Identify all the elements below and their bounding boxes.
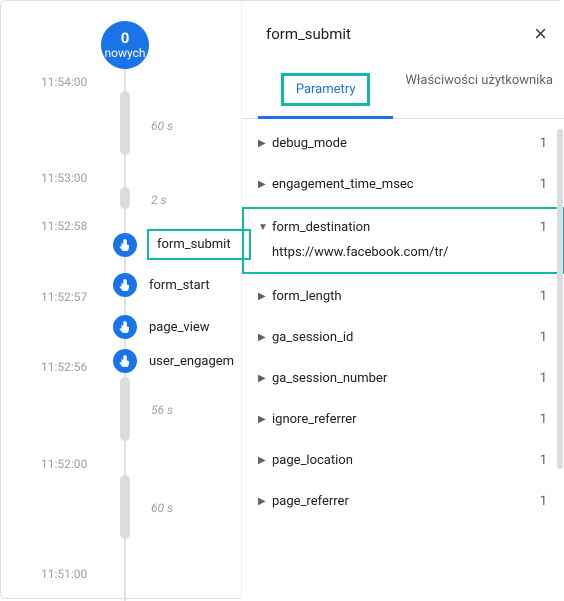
- event-form-start[interactable]: form_start: [113, 273, 210, 297]
- event-label: user_engagem: [149, 354, 234, 369]
- tab-parameters[interactable]: Parametry: [250, 63, 401, 118]
- timeline-panel: 0 nowych 11:54:00 11:53:00 11:52:58 11:5…: [1, 1, 241, 600]
- gap-label: 60 s: [151, 119, 173, 133]
- param-count: 1: [534, 371, 547, 386]
- timestamp: 11:52:00: [41, 457, 87, 471]
- timestamp: 11:52:56: [41, 360, 87, 374]
- param-row[interactable]: ▶ ga_session_id 1: [242, 317, 564, 358]
- timestamp: 11:52:57: [41, 290, 87, 304]
- timeline-gap: [120, 91, 130, 155]
- new-events-badge[interactable]: 0 nowych: [101, 21, 149, 69]
- chevron-right-icon: ▶: [258, 138, 272, 149]
- chevron-right-icon: ▶: [258, 414, 272, 425]
- param-count: 1: [534, 289, 547, 304]
- param-key: engagement_time_msec: [272, 177, 534, 192]
- new-events-count: 0: [121, 30, 130, 47]
- param-count: 1: [534, 412, 547, 427]
- event-form-submit[interactable]: form_submit: [113, 229, 251, 260]
- touch-icon: [113, 233, 137, 257]
- param-row[interactable]: ▶ ignore_referrer 1: [242, 399, 564, 440]
- param-row[interactable]: ▶ ga_session_number 1: [242, 358, 564, 399]
- param-key: page_location: [272, 453, 534, 468]
- param-row[interactable]: ▶ page_location 1: [242, 440, 564, 481]
- param-row[interactable]: ▶ page_referrer 1: [242, 481, 564, 522]
- event-user-engagement[interactable]: user_engagem: [113, 349, 234, 373]
- chevron-right-icon: ▶: [258, 291, 272, 302]
- param-key: debug_mode: [272, 136, 534, 151]
- close-icon[interactable]: ×: [534, 23, 547, 45]
- param-count: 1: [534, 494, 547, 509]
- event-label: form_start: [149, 278, 210, 293]
- param-key: ga_session_id: [272, 330, 534, 345]
- touch-icon: [113, 273, 137, 297]
- timestamp: 11:52:58: [41, 219, 87, 233]
- timestamp: 11:53:00: [41, 171, 87, 185]
- param-row[interactable]: ▶ form_length 1: [242, 276, 564, 317]
- touch-icon: [113, 349, 137, 373]
- chevron-right-icon: ▶: [258, 455, 272, 466]
- param-key: ignore_referrer: [272, 412, 534, 427]
- chevron-right-icon: ▶: [258, 373, 272, 384]
- timestamp: 11:51:00: [41, 567, 87, 581]
- details-title: form_submit: [266, 25, 351, 43]
- details-header: form_submit ×: [242, 1, 564, 63]
- scrollbar[interactable]: [557, 129, 563, 469]
- event-label: page_view: [149, 320, 210, 335]
- param-count: 1: [534, 453, 547, 468]
- param-count: 1: [534, 177, 547, 192]
- gap-label: 60 s: [151, 501, 173, 515]
- param-count: 1: [534, 330, 547, 345]
- event-label: form_submit: [147, 229, 251, 260]
- param-row-form-destination[interactable]: ▼ form_destination 1: [244, 209, 563, 241]
- gap-label: 56 s: [151, 403, 173, 417]
- tab-user-properties[interactable]: Właściwości użytkownika: [401, 63, 557, 118]
- chevron-right-icon: ▶: [258, 496, 272, 507]
- gap-label: 2 s: [151, 193, 167, 207]
- timeline-gap: [120, 187, 130, 209]
- details-tabs: Parametry Właściwości użytkownika: [242, 63, 564, 119]
- event-page-view[interactable]: page_view: [113, 315, 210, 339]
- param-row[interactable]: ▶ engagement_time_msec 1: [242, 164, 564, 205]
- param-key: form_destination: [272, 220, 534, 235]
- param-count: 1: [534, 220, 547, 235]
- param-row-highlighted: ▼ form_destination 1 https://www.faceboo…: [242, 207, 564, 274]
- chevron-down-icon: ▼: [258, 222, 272, 233]
- chevron-right-icon: ▶: [258, 179, 272, 190]
- param-key: page_referrer: [272, 494, 534, 509]
- details-panel: form_submit × Parametry Właściwości użyt…: [241, 1, 564, 600]
- param-value: https://www.facebook.com/tr/: [244, 241, 563, 272]
- tab-user-properties-label: Właściwości użytkownika: [405, 73, 553, 88]
- timeline-gap: [120, 475, 130, 539]
- param-row[interactable]: ▶ debug_mode 1: [242, 123, 564, 164]
- timestamp: 11:54:00: [41, 75, 87, 89]
- param-key: form_length: [272, 289, 534, 304]
- touch-icon: [113, 315, 137, 339]
- chevron-right-icon: ▶: [258, 332, 272, 343]
- tab-parameters-label: Parametry: [281, 73, 371, 106]
- timeline-gap: [120, 377, 130, 441]
- param-key: ga_session_number: [272, 371, 534, 386]
- new-events-label: nowych: [105, 47, 146, 60]
- param-count: 1: [534, 136, 547, 151]
- parameter-list[interactable]: ▶ debug_mode 1 ▶ engagement_time_msec 1 …: [242, 119, 564, 600]
